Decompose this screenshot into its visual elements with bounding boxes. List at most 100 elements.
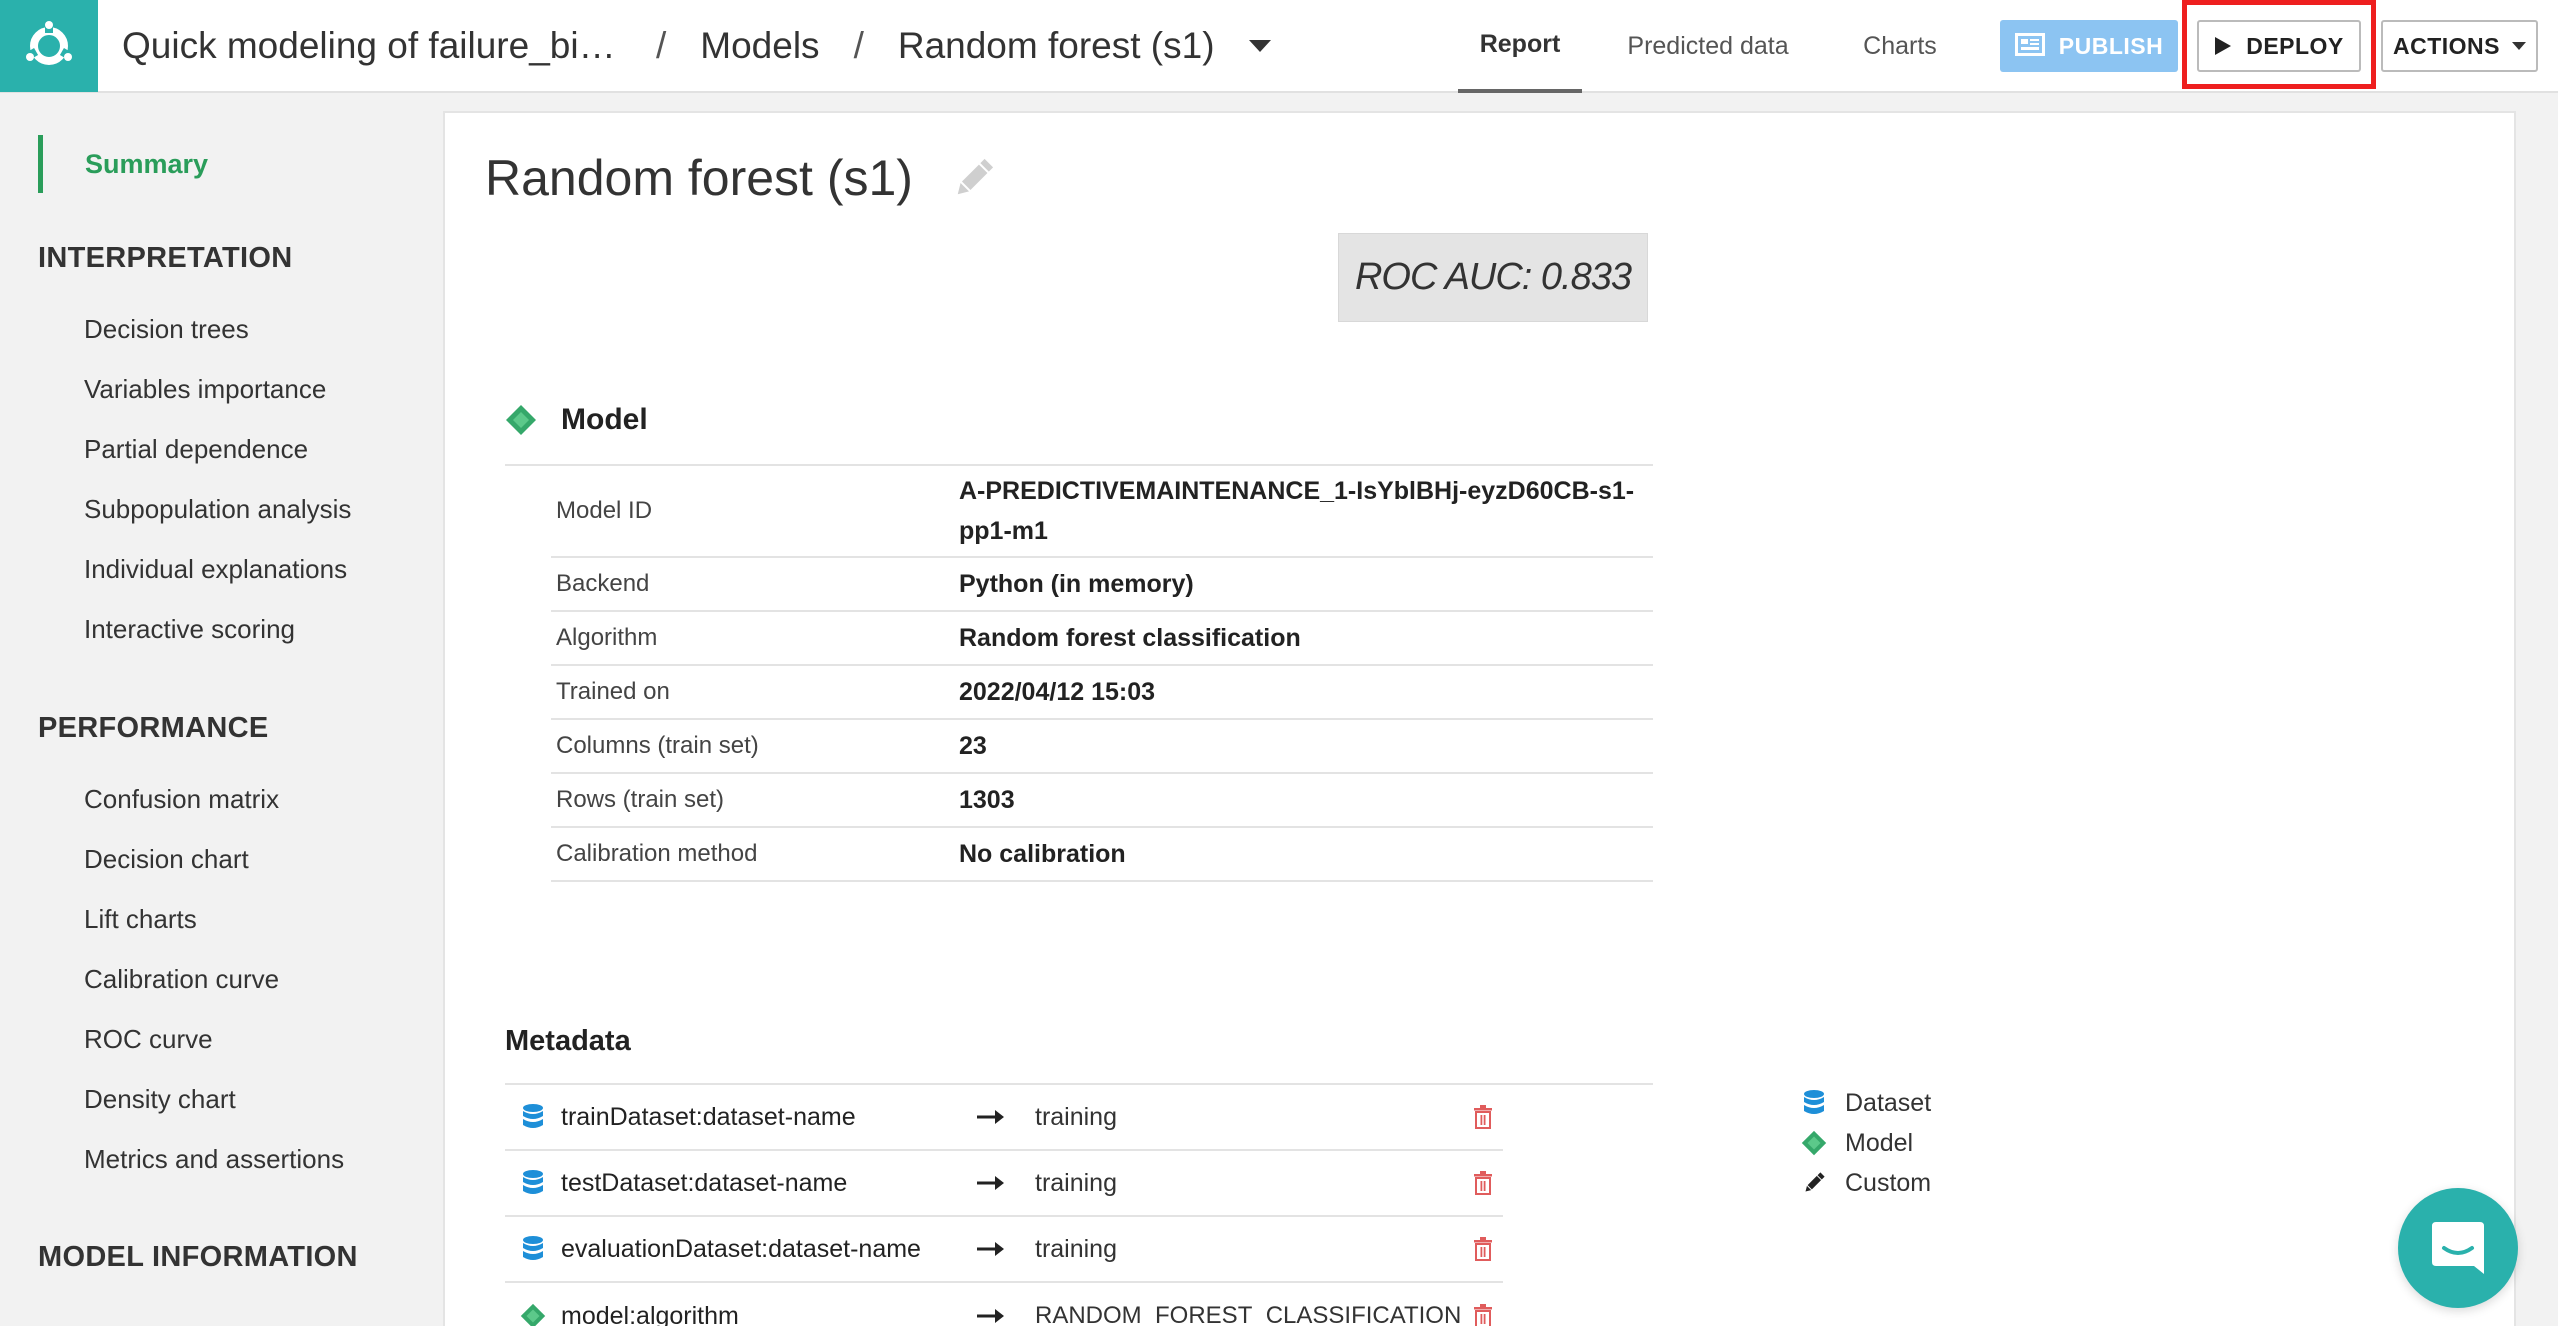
publish-label: PUBLISH bbox=[2058, 32, 2164, 59]
row-value: 1303 bbox=[959, 786, 1015, 814]
arrow-right-icon bbox=[977, 1241, 1035, 1257]
sidebar-item-interactive-scoring[interactable]: Interactive scoring bbox=[84, 614, 295, 645]
model-section-header: Model bbox=[505, 403, 648, 437]
arrow-right-icon bbox=[977, 1109, 1035, 1125]
breadcrumb-model[interactable]: Random forest (s1) bbox=[898, 25, 1215, 67]
sidebar-item-subpopulation-analysis[interactable]: Subpopulation analysis bbox=[84, 494, 351, 525]
breadcrumb-separator: / bbox=[656, 24, 667, 66]
legend-item-model: Model bbox=[1791, 1123, 1931, 1163]
metadata-value: training bbox=[1035, 1102, 1117, 1131]
legend-label: Custom bbox=[1845, 1168, 1932, 1197]
chevron-down-icon[interactable] bbox=[1248, 39, 1271, 52]
table-row: evaluationDataset:dataset-name training bbox=[505, 1217, 1503, 1283]
metadata-value: training bbox=[1035, 1168, 1117, 1197]
metadata-section-label: Metadata bbox=[505, 1025, 631, 1057]
legend-item-dataset: Dataset bbox=[1791, 1083, 1931, 1123]
metadata-section-header: Metadata bbox=[505, 1025, 631, 1058]
table-row: Calibration method No calibration bbox=[551, 828, 1653, 882]
page-title: Random forest (s1) bbox=[485, 150, 913, 206]
actions-label: ACTIONS bbox=[2393, 32, 2500, 59]
row-key: Rows (train set) bbox=[556, 786, 725, 813]
sidebar-item-decision-chart[interactable]: Decision chart bbox=[84, 844, 249, 875]
row-key: Columns (train set) bbox=[556, 732, 759, 759]
table-row: Rows (train set) 1303 bbox=[551, 774, 1653, 828]
row-key: Backend bbox=[556, 570, 650, 597]
edit-pencil-icon[interactable] bbox=[951, 155, 997, 201]
sidebar-item-roc-curve[interactable]: ROC curve bbox=[84, 1024, 213, 1055]
legend-label: Dataset bbox=[1845, 1088, 1932, 1117]
sidebar-item-calibration-curve[interactable]: Calibration curve bbox=[84, 964, 279, 995]
deploy-button[interactable]: DEPLOY bbox=[2197, 20, 2361, 72]
table-row: Algorithm Random forest classification bbox=[551, 612, 1653, 666]
metadata-key: testDataset:dataset-name bbox=[561, 1168, 848, 1197]
sidebar-item-variables-importance[interactable]: Variables importance bbox=[84, 374, 326, 405]
dataset-icon bbox=[1791, 1089, 1837, 1117]
sidebar-section-performance: PERFORMANCE bbox=[38, 712, 269, 744]
row-value: Random forest classification bbox=[959, 624, 1301, 652]
sidebar-item-individual-explanations[interactable]: Individual explanations bbox=[84, 554, 347, 585]
tab-report[interactable]: Report bbox=[1458, 0, 1582, 93]
sidebar-section-model-information: MODEL INFORMATION bbox=[38, 1241, 358, 1273]
row-key: Calibration method bbox=[556, 840, 758, 867]
legend-label: Model bbox=[1845, 1128, 1914, 1157]
metadata-value: training bbox=[1035, 1234, 1117, 1263]
legend-item-custom: Custom bbox=[1791, 1163, 1931, 1203]
tab-charts[interactable]: Charts bbox=[1830, 0, 1970, 93]
dataset-icon bbox=[505, 1169, 561, 1197]
arrow-right-icon bbox=[977, 1308, 1035, 1324]
app-logo[interactable] bbox=[0, 0, 98, 92]
tab-predicted-data[interactable]: Predicted data bbox=[1592, 0, 1824, 93]
sidebar-item-decision-trees[interactable]: Decision trees bbox=[84, 314, 249, 345]
trash-icon[interactable] bbox=[1463, 1105, 1503, 1129]
dataiku-logo-icon bbox=[24, 20, 74, 65]
breadcrumb-project[interactable]: Quick modeling of failure_bi… bbox=[122, 25, 622, 67]
table-row: Trained on 2022/04/12 15:03 bbox=[551, 666, 1653, 720]
row-value: 2022/04/12 15:03 bbox=[959, 678, 1156, 706]
top-header: Quick modeling of failure_bi… / Models /… bbox=[0, 0, 2558, 93]
metadata-table: trainDataset:dataset-name training testD… bbox=[505, 1083, 1653, 1326]
trash-icon[interactable] bbox=[1463, 1171, 1503, 1195]
dashboard-icon bbox=[2014, 33, 2045, 59]
row-key: Model ID bbox=[556, 497, 653, 524]
chat-support-button[interactable] bbox=[2398, 1188, 2518, 1308]
play-icon bbox=[2214, 36, 2232, 56]
publish-button[interactable]: PUBLISH bbox=[2000, 20, 2178, 72]
model-section-label: Model bbox=[561, 403, 648, 436]
breadcrumb: Quick modeling of failure_bi… / Models /… bbox=[98, 0, 1271, 92]
sidebar-item-confusion-matrix[interactable]: Confusion matrix bbox=[84, 784, 279, 815]
metadata-key: trainDataset:dataset-name bbox=[561, 1102, 856, 1131]
title-row: Random forest (s1) bbox=[485, 149, 997, 207]
table-row: model:algorithm RANDOM_FOREST_CLASSIFICA… bbox=[505, 1283, 1503, 1326]
table-row: trainDataset:dataset-name training bbox=[505, 1085, 1503, 1151]
metadata-key: model:algorithm bbox=[561, 1301, 739, 1326]
sidebar-item-metrics-and-assertions[interactable]: Metrics and assertions bbox=[84, 1144, 344, 1175]
roc-auc-badge: ROC AUC: 0.833 bbox=[1338, 233, 1648, 322]
sidebar-section-interpretation: INTERPRETATION bbox=[38, 242, 293, 274]
table-row: Model ID A-PREDICTIVEMAINTENANCE_1-IsYbl… bbox=[551, 466, 1653, 558]
row-value: No calibration bbox=[959, 840, 1126, 868]
actions-button[interactable]: ACTIONS bbox=[2381, 20, 2538, 72]
sidebar-item-summary[interactable]: Summary bbox=[38, 135, 208, 193]
deploy-label: DEPLOY bbox=[2246, 32, 2344, 59]
dataset-icon bbox=[505, 1235, 561, 1263]
dataset-icon bbox=[505, 1103, 561, 1131]
trash-icon[interactable] bbox=[1463, 1237, 1503, 1261]
sidebar-item-lift-charts[interactable]: Lift charts bbox=[84, 904, 197, 935]
sidebar-item-density-chart[interactable]: Density chart bbox=[84, 1084, 236, 1115]
trash-icon[interactable] bbox=[1463, 1304, 1503, 1326]
row-value: 23 bbox=[959, 732, 987, 760]
model-icon bbox=[505, 1303, 561, 1326]
model-icon bbox=[505, 404, 537, 436]
arrow-right-icon bbox=[977, 1175, 1035, 1191]
breadcrumb-models[interactable]: Models bbox=[700, 25, 819, 67]
report-sidebar: Summary INTERPRETATION Decision trees Va… bbox=[0, 95, 440, 1326]
row-value: Python (in memory) bbox=[959, 570, 1194, 598]
row-value: A-PREDICTIVEMAINTENANCE_1-IsYblBHj-eyzD6… bbox=[959, 477, 1635, 545]
sidebar-item-partial-dependence[interactable]: Partial dependence bbox=[84, 434, 308, 465]
table-row: testDataset:dataset-name training bbox=[505, 1151, 1503, 1217]
metadata-key: evaluationDataset:dataset-name bbox=[561, 1234, 921, 1263]
row-key: Trained on bbox=[556, 678, 670, 705]
table-row: Backend Python (in memory) bbox=[551, 558, 1653, 612]
model-icon bbox=[1791, 1130, 1837, 1156]
metadata-legend: Dataset Model Custom bbox=[1791, 1083, 1931, 1203]
